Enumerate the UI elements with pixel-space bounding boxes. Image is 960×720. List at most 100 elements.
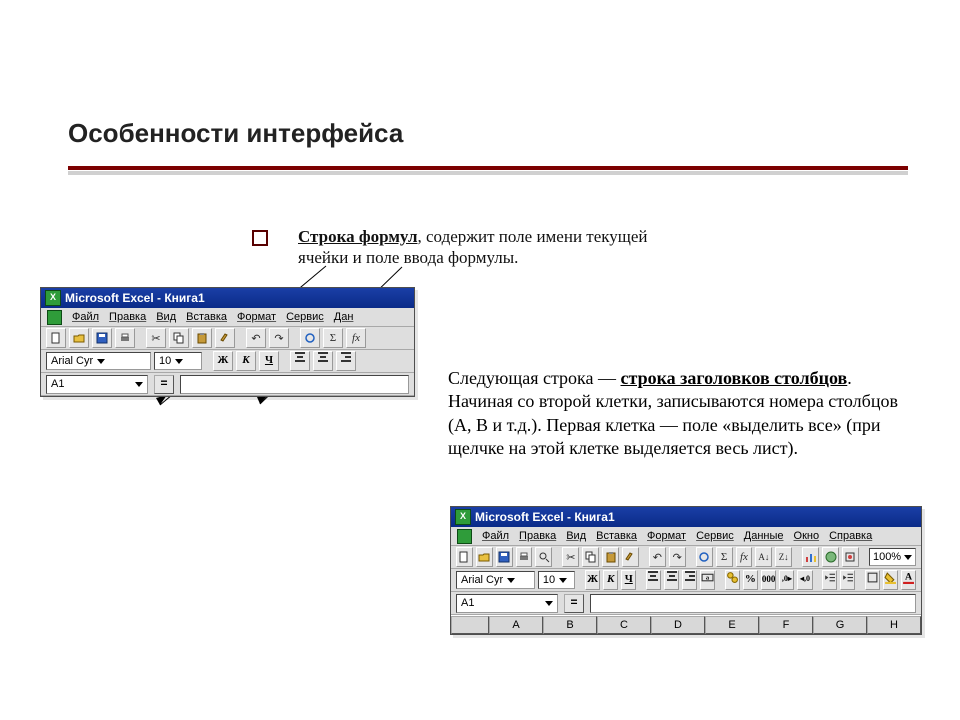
open-icon[interactable] bbox=[476, 547, 493, 567]
zoom-value: 100% bbox=[873, 551, 901, 563]
menu-data[interactable]: Данные bbox=[744, 530, 784, 542]
map-icon[interactable] bbox=[822, 547, 839, 567]
align-right-button[interactable] bbox=[682, 570, 697, 590]
underline-button[interactable]: Ч bbox=[621, 570, 636, 590]
autosum-icon[interactable]: Σ bbox=[323, 328, 343, 348]
redo-icon[interactable]: ↷ bbox=[269, 328, 289, 348]
cut-icon[interactable]: ✂ bbox=[146, 328, 166, 348]
hyperlink-icon[interactable] bbox=[300, 328, 320, 348]
save-icon[interactable] bbox=[92, 328, 112, 348]
font-size-combo[interactable]: 10 bbox=[538, 571, 576, 589]
font-name-value: Arial Cyr bbox=[461, 574, 503, 586]
increase-indent-button[interactable] bbox=[840, 570, 855, 590]
chart-icon[interactable] bbox=[802, 547, 819, 567]
menu-edit[interactable]: Правка bbox=[109, 311, 146, 323]
menu-tools[interactable]: Сервис bbox=[696, 530, 734, 542]
percent-button[interactable]: % bbox=[743, 570, 758, 590]
align-left-button[interactable] bbox=[646, 570, 661, 590]
font-name-combo[interactable]: Arial Cyr bbox=[46, 352, 151, 370]
print-icon[interactable] bbox=[115, 328, 135, 348]
edit-formula-button[interactable]: = bbox=[564, 594, 584, 613]
window-title: Microsoft Excel - Книга1 bbox=[65, 291, 205, 305]
sort-asc-icon[interactable]: A↓ bbox=[755, 547, 772, 567]
menu-tools[interactable]: Сервис bbox=[286, 311, 324, 323]
menu-format[interactable]: Формат bbox=[237, 311, 276, 323]
menu-data[interactable]: Дан bbox=[334, 311, 354, 323]
decrease-decimal-button[interactable]: ◂,0 bbox=[797, 570, 812, 590]
function-icon[interactable]: fx bbox=[346, 328, 366, 348]
column-header[interactable]: H bbox=[867, 616, 921, 634]
redo-icon[interactable]: ↷ bbox=[669, 547, 686, 567]
font-size-value: 10 bbox=[543, 574, 555, 586]
formula-input[interactable] bbox=[180, 375, 409, 394]
select-all-cell[interactable] bbox=[451, 616, 489, 634]
comma-button[interactable]: 000 bbox=[761, 570, 777, 590]
italic-button[interactable]: К bbox=[603, 570, 618, 590]
italic-button[interactable]: К bbox=[236, 351, 256, 371]
undo-icon[interactable]: ↶ bbox=[649, 547, 666, 567]
zoom-combo[interactable]: 100% bbox=[869, 548, 916, 566]
font-size-combo[interactable]: 10 bbox=[154, 352, 202, 370]
align-right-button[interactable] bbox=[336, 351, 356, 371]
column-header[interactable]: B bbox=[543, 616, 597, 634]
new-icon[interactable] bbox=[456, 547, 473, 567]
align-center-button[interactable] bbox=[313, 351, 333, 371]
decrease-indent-button[interactable] bbox=[822, 570, 837, 590]
name-box[interactable]: A1 bbox=[46, 375, 148, 394]
column-header[interactable]: E bbox=[705, 616, 759, 634]
autosum-icon[interactable]: Σ bbox=[716, 547, 733, 567]
menu-view[interactable]: Вид bbox=[566, 530, 586, 542]
menu-file[interactable]: Файл bbox=[482, 530, 509, 542]
copy-icon[interactable] bbox=[169, 328, 189, 348]
name-box[interactable]: A1 bbox=[456, 594, 558, 613]
column-header-explanation: Следующая строка — строка заголовков сто… bbox=[448, 367, 918, 461]
hyperlink-icon[interactable] bbox=[696, 547, 713, 567]
column-header[interactable]: D bbox=[651, 616, 705, 634]
currency-button[interactable] bbox=[725, 570, 740, 590]
menu-help[interactable]: Справка bbox=[829, 530, 872, 542]
open-icon[interactable] bbox=[69, 328, 89, 348]
print-preview-icon[interactable] bbox=[535, 547, 552, 567]
format-painter-icon[interactable] bbox=[622, 547, 639, 567]
column-header[interactable]: F bbox=[759, 616, 813, 634]
align-center-button[interactable] bbox=[664, 570, 679, 590]
fill-color-button[interactable] bbox=[883, 570, 898, 590]
underline-button[interactable]: Ч bbox=[259, 351, 279, 371]
menu-window[interactable]: Окно bbox=[794, 530, 820, 542]
menu-insert[interactable]: Вставка bbox=[186, 311, 227, 323]
drawing-icon[interactable] bbox=[842, 547, 859, 567]
formatting-toolbar: Arial Cyr 10 Ж К Ч bbox=[41, 350, 414, 373]
edit-formula-button[interactable]: = bbox=[154, 375, 174, 394]
menu-view[interactable]: Вид bbox=[156, 311, 176, 323]
print-icon[interactable] bbox=[516, 547, 533, 567]
borders-button[interactable] bbox=[865, 570, 880, 590]
menu-insert[interactable]: Вставка bbox=[596, 530, 637, 542]
sort-desc-icon[interactable]: Z↓ bbox=[775, 547, 792, 567]
font-name-combo[interactable]: Arial Cyr bbox=[456, 571, 535, 589]
cut-icon[interactable]: ✂ bbox=[562, 547, 579, 567]
copy-icon[interactable] bbox=[582, 547, 599, 567]
chevron-down-icon bbox=[545, 601, 553, 606]
excel-app-icon: X bbox=[455, 509, 471, 525]
new-icon[interactable] bbox=[46, 328, 66, 348]
function-icon[interactable]: fx bbox=[736, 547, 753, 567]
font-color-button[interactable]: A bbox=[901, 570, 916, 590]
menu-edit[interactable]: Правка bbox=[519, 530, 556, 542]
column-header[interactable]: C bbox=[597, 616, 651, 634]
column-header[interactable]: G bbox=[813, 616, 867, 634]
increase-decimal-button[interactable]: ,0▸ bbox=[779, 570, 794, 590]
align-left-button[interactable] bbox=[290, 351, 310, 371]
menu-format[interactable]: Формат bbox=[647, 530, 686, 542]
bold-button[interactable]: Ж bbox=[213, 351, 233, 371]
format-painter-icon[interactable] bbox=[215, 328, 235, 348]
column-header[interactable]: A bbox=[489, 616, 543, 634]
merge-center-button[interactable]: a bbox=[700, 570, 715, 590]
save-icon[interactable] bbox=[496, 547, 513, 567]
formula-input[interactable] bbox=[590, 594, 916, 613]
undo-icon[interactable]: ↶ bbox=[246, 328, 266, 348]
chevron-down-icon bbox=[135, 382, 143, 387]
menu-file[interactable]: Файл bbox=[72, 311, 99, 323]
paste-icon[interactable] bbox=[192, 328, 212, 348]
bold-button[interactable]: Ж bbox=[585, 570, 600, 590]
paste-icon[interactable] bbox=[602, 547, 619, 567]
